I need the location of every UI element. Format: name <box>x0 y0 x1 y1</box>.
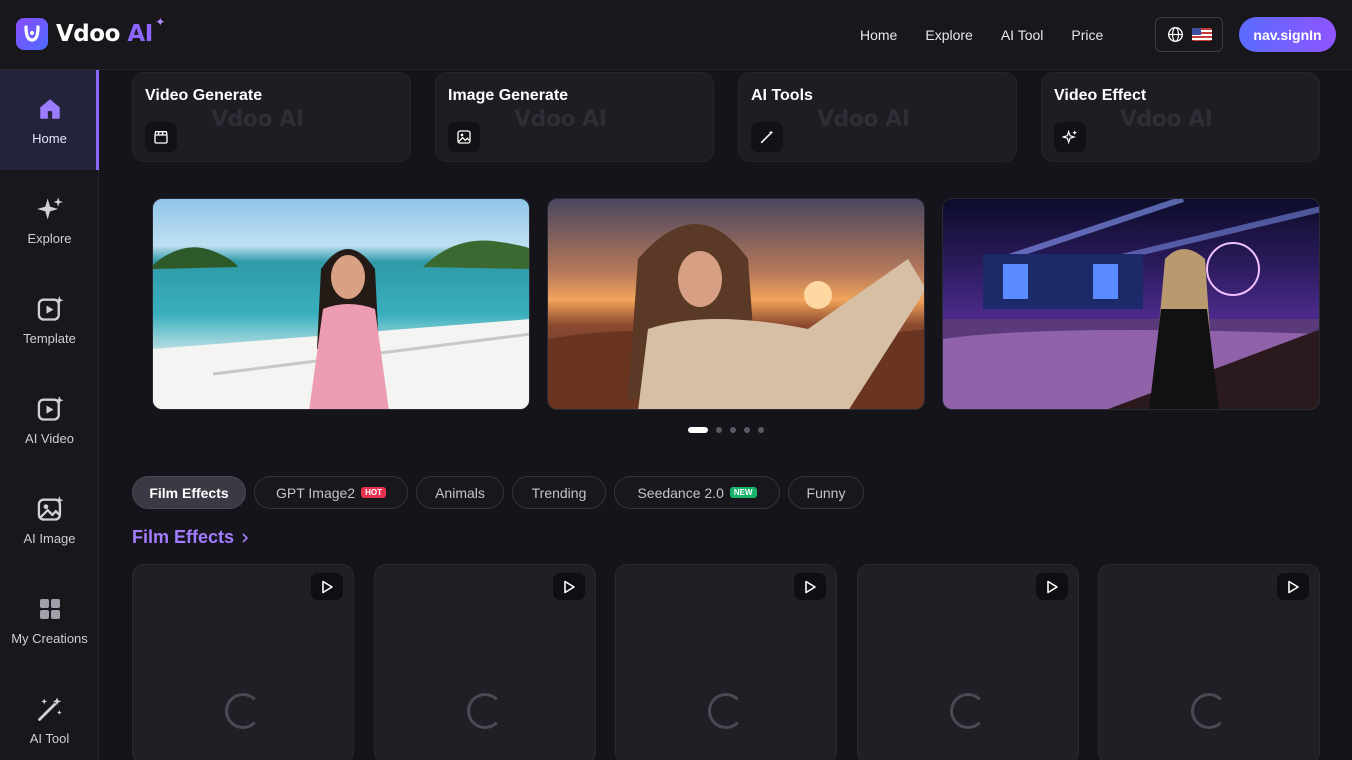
language-selector[interactable] <box>1155 17 1223 52</box>
category-pill-film-effects[interactable]: Film Effects <box>132 476 246 509</box>
nav-link-home[interactable]: Home <box>860 27 897 43</box>
sidebar-item-label: My Creations <box>11 630 88 646</box>
sidebar-item-ai-video[interactable]: AI Video <box>0 370 99 470</box>
ai-video-icon <box>36 395 64 423</box>
loading-spinner-icon <box>1191 693 1227 729</box>
carousel-dot[interactable] <box>744 427 750 433</box>
sidebar: Home Explore Template AI Video AI Image … <box>0 70 99 760</box>
logo-ai: AI <box>127 21 153 47</box>
top-navbar: Vdoo AI ✦ Home Explore AI Tool Price nav… <box>0 0 1352 70</box>
sparkles-icon <box>1054 122 1086 152</box>
carousel-dot[interactable] <box>758 427 764 433</box>
loading-spinner-icon <box>467 693 503 729</box>
watermark: Vdoo AI <box>817 107 910 132</box>
section-title-link[interactable]: Film Effects <box>132 527 250 548</box>
us-flag-icon <box>1191 28 1212 41</box>
logo-name: Vdoo <box>56 21 120 47</box>
new-badge: NEW <box>729 487 757 498</box>
sidebar-item-explore[interactable]: Explore <box>0 170 99 270</box>
play-icon[interactable] <box>794 573 826 600</box>
effect-card[interactable] <box>1098 564 1320 760</box>
effect-card[interactable] <box>857 564 1079 760</box>
carousel-dot[interactable] <box>688 427 708 433</box>
category-pill-gpt-image2[interactable]: GPT Image2 HOT <box>254 476 408 509</box>
sparkle-icon <box>36 195 64 223</box>
hot-badge: HOT <box>361 487 386 498</box>
loading-spinner-icon <box>950 693 986 729</box>
slide-image-boat <box>153 240 529 409</box>
slide-image-sunset <box>548 224 924 409</box>
carousel-dot[interactable] <box>716 427 722 433</box>
effect-card[interactable] <box>374 564 596 760</box>
carousel-dot[interactable] <box>730 427 736 433</box>
tool-card-video-effect[interactable]: Video Effect Vdoo AI <box>1041 72 1320 162</box>
carousel-slide-2[interactable] <box>547 198 925 410</box>
pill-label: Trending <box>531 484 587 501</box>
watermark: Vdoo AI <box>514 107 607 132</box>
nav-link-explore[interactable]: Explore <box>925 27 972 43</box>
category-pill-trending[interactable]: Trending <box>512 476 606 509</box>
tool-card-ai-tools[interactable]: AI Tools Vdoo AI <box>738 72 1017 162</box>
home-icon <box>36 95 64 123</box>
pill-label: GPT Image2 <box>275 484 356 501</box>
play-icon[interactable] <box>311 573 343 600</box>
carousel-slide-1[interactable] <box>152 198 530 410</box>
sidebar-item-label: AI Image <box>23 530 76 546</box>
image-icon <box>448 122 480 152</box>
tool-card-title: Video Generate <box>145 87 263 104</box>
sidebar-item-label: Explore <box>27 230 72 246</box>
play-icon[interactable] <box>1036 573 1068 600</box>
chevron-right-icon <box>242 532 249 543</box>
category-pill-funny[interactable]: Funny <box>788 476 864 509</box>
pill-label: Animals <box>435 484 485 501</box>
template-icon <box>36 295 64 323</box>
logo[interactable]: Vdoo AI ✦ <box>16 15 165 50</box>
clapperboard-icon <box>145 122 177 152</box>
nav-link-price[interactable]: Price <box>1071 27 1103 43</box>
category-pill-animals[interactable]: Animals <box>416 476 504 509</box>
logo-mark-icon <box>16 18 48 50</box>
tool-card-title: Image Generate <box>448 87 569 104</box>
effect-card[interactable] <box>615 564 837 760</box>
sidebar-item-label: AI Video <box>25 430 74 446</box>
watermark: Vdoo AI <box>211 107 304 132</box>
sidebar-item-label: Template <box>23 330 76 346</box>
sidebar-item-template[interactable]: Template <box>0 270 99 370</box>
loading-spinner-icon <box>708 693 744 729</box>
pill-label: Seedance 2.0 <box>637 484 724 501</box>
loading-spinner-icon <box>225 693 261 729</box>
play-icon[interactable] <box>553 573 585 600</box>
carousel-slide-3[interactable] <box>942 198 1320 410</box>
tool-card-title: Video Effect <box>1054 87 1147 104</box>
nav-links: Home Explore AI Tool Price <box>860 0 1103 70</box>
sidebar-item-ai-tool[interactable]: AI Tool <box>0 670 99 760</box>
magic-wand-icon <box>751 122 783 152</box>
magic-wand-icon <box>36 695 64 723</box>
tool-card-image-generate[interactable]: Image Generate Vdoo AI <box>435 72 714 162</box>
ai-image-icon <box>36 495 64 523</box>
sidebar-item-label: AI Tool <box>29 730 70 746</box>
sidebar-item-ai-image[interactable]: AI Image <box>0 470 99 570</box>
sidebar-item-my-creations[interactable]: My Creations <box>0 570 99 670</box>
category-pill-seedance[interactable]: Seedance 2.0 NEW <box>614 476 780 509</box>
tool-card-video-generate[interactable]: Video Generate Vdoo AI <box>132 72 411 162</box>
nav-link-ai-tool[interactable]: AI Tool <box>1001 27 1044 43</box>
sign-in-button[interactable]: nav.signIn <box>1239 17 1336 52</box>
carousel-dots <box>688 427 764 433</box>
play-icon[interactable] <box>1277 573 1309 600</box>
globe-icon <box>1167 27 1183 42</box>
sidebar-item-home[interactable]: Home <box>0 70 99 170</box>
logo-text: Vdoo AI ✦ <box>56 15 165 47</box>
effect-card[interactable] <box>132 564 354 760</box>
pill-label: Funny <box>806 484 846 501</box>
tool-card-title: AI Tools <box>751 87 813 104</box>
slide-image-concert <box>943 199 1319 409</box>
pill-label: Film Effects <box>149 484 229 501</box>
sidebar-item-label: Home <box>32 130 67 146</box>
grid-icon <box>36 595 64 623</box>
sparkle-icon: ✦ <box>155 15 165 29</box>
section-title: Film Effects <box>132 527 235 547</box>
watermark: Vdoo AI <box>1120 107 1213 132</box>
